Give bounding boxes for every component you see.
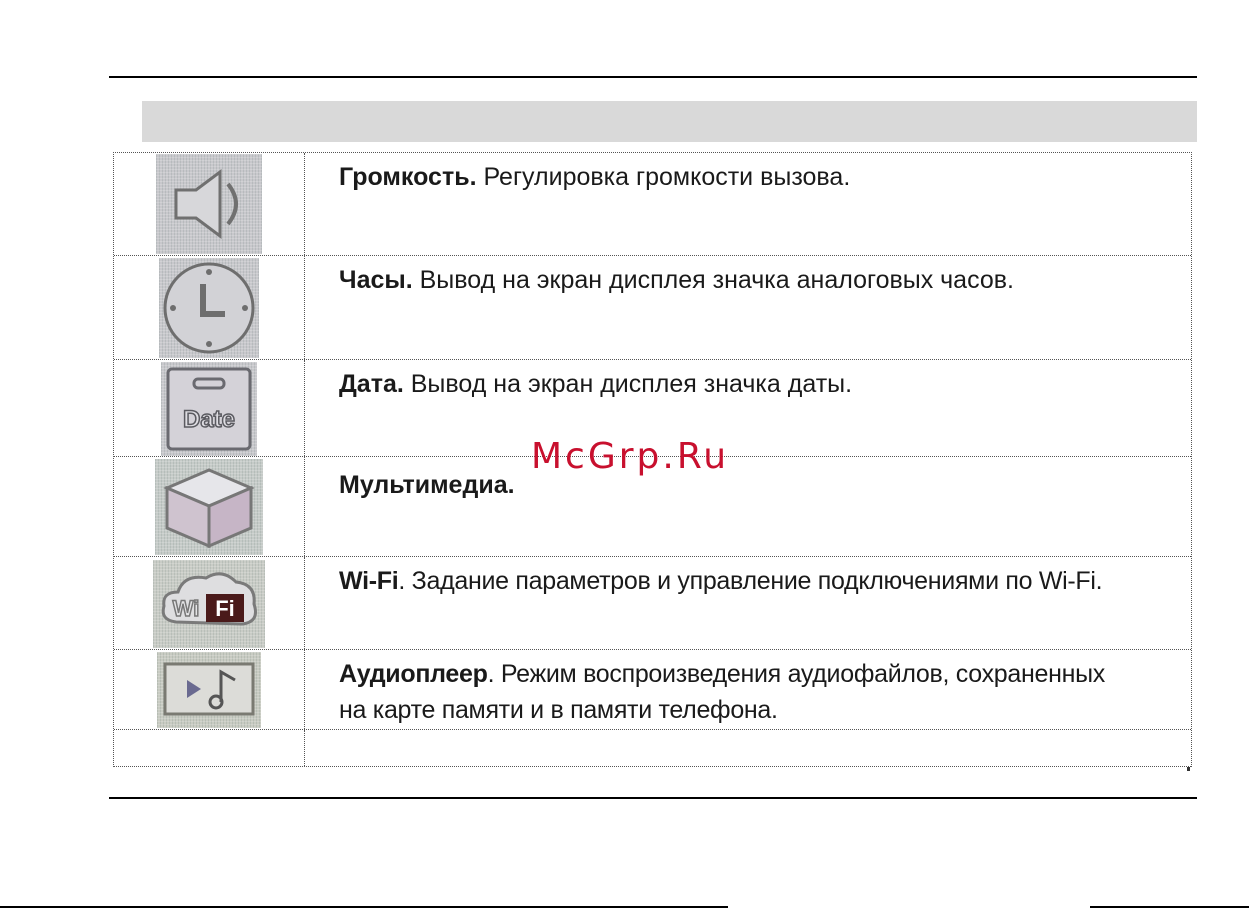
footer-line-right bbox=[1090, 906, 1249, 908]
table-row-empty bbox=[114, 730, 1191, 767]
date-icon-label: Date bbox=[183, 406, 235, 433]
menu-item-desc: Регулировка громкости вызова. bbox=[476, 163, 851, 191]
table-row: Громкость. Регулировка громкости вызова. bbox=[114, 153, 1191, 256]
menu-item-desc: . Режим воспроизведения аудиофайлов, сох… bbox=[487, 660, 1106, 688]
table-row: Часы. Вывод на экран дисплея значка анал… bbox=[114, 256, 1191, 360]
date-icon: Date bbox=[161, 362, 257, 456]
top-rule bbox=[109, 76, 1197, 78]
menu-item-desc: Вывод на экран дисплея значка даты. bbox=[403, 370, 853, 398]
menu-item-title: Дата. bbox=[339, 370, 404, 398]
bottom-rule bbox=[109, 797, 1197, 799]
icon-cell: Wi Fi bbox=[114, 557, 305, 649]
menu-item-text: Wi-Fi. Задание параметров и управление п… bbox=[305, 557, 1191, 649]
icon-cell bbox=[114, 457, 305, 556]
table-row: Wi Fi Wi-Fi. Задание параметров и управл… bbox=[114, 557, 1191, 650]
menu-item-title: Мультимедиа. bbox=[339, 471, 515, 499]
icon-cell bbox=[114, 256, 305, 359]
icon-cell: Date bbox=[114, 360, 305, 456]
icon-cell bbox=[114, 650, 305, 729]
menu-item-text: Аудиоплеер. Режим воспроизведения аудиоф… bbox=[305, 650, 1191, 729]
menu-item-desc: . Задание параметров и управление подклю… bbox=[398, 567, 1103, 595]
menu-item-title: Wi-Fi bbox=[339, 567, 399, 595]
menu-item-title: Громкость. bbox=[339, 163, 477, 191]
menu-item-text: Часы. Вывод на экран дисплея значка анал… bbox=[305, 256, 1191, 359]
music-player-icon bbox=[157, 652, 261, 728]
footer-line-left bbox=[0, 906, 728, 908]
wifi-icon-label-wi: Wi bbox=[173, 596, 200, 621]
icon-cell bbox=[114, 730, 305, 766]
menu-item-text bbox=[305, 730, 1191, 766]
speaker-icon bbox=[156, 154, 262, 254]
table-row: Аудиоплеер. Режим воспроизведения аудиоф… bbox=[114, 650, 1191, 730]
menu-item-desc-line2: на карте памяти и в памяти телефона. bbox=[339, 696, 778, 724]
menu-item-desc: Вывод на экран дисплея значка аналоговых… bbox=[412, 266, 1015, 294]
menu-item-title: Часы. bbox=[339, 266, 413, 294]
wifi-icon: Wi Fi bbox=[153, 560, 265, 648]
page-corner-mark bbox=[1187, 767, 1190, 771]
menu-item-title: Аудиоплеер bbox=[339, 660, 488, 688]
menu-item-text: Громкость. Регулировка громкости вызова. bbox=[305, 153, 1191, 255]
menu-item-text: Дата. Вывод на экран дисплея значка даты… bbox=[305, 360, 1191, 456]
wifi-icon-label-fi: Fi bbox=[215, 596, 235, 621]
icon-cell bbox=[114, 153, 305, 255]
section-header-band bbox=[142, 101, 1197, 142]
menu-item-text: Мультимедиа. bbox=[305, 457, 1191, 556]
watermark: McGrp.Ru bbox=[531, 436, 730, 477]
cube-icon bbox=[155, 459, 263, 555]
clock-icon bbox=[159, 258, 259, 358]
